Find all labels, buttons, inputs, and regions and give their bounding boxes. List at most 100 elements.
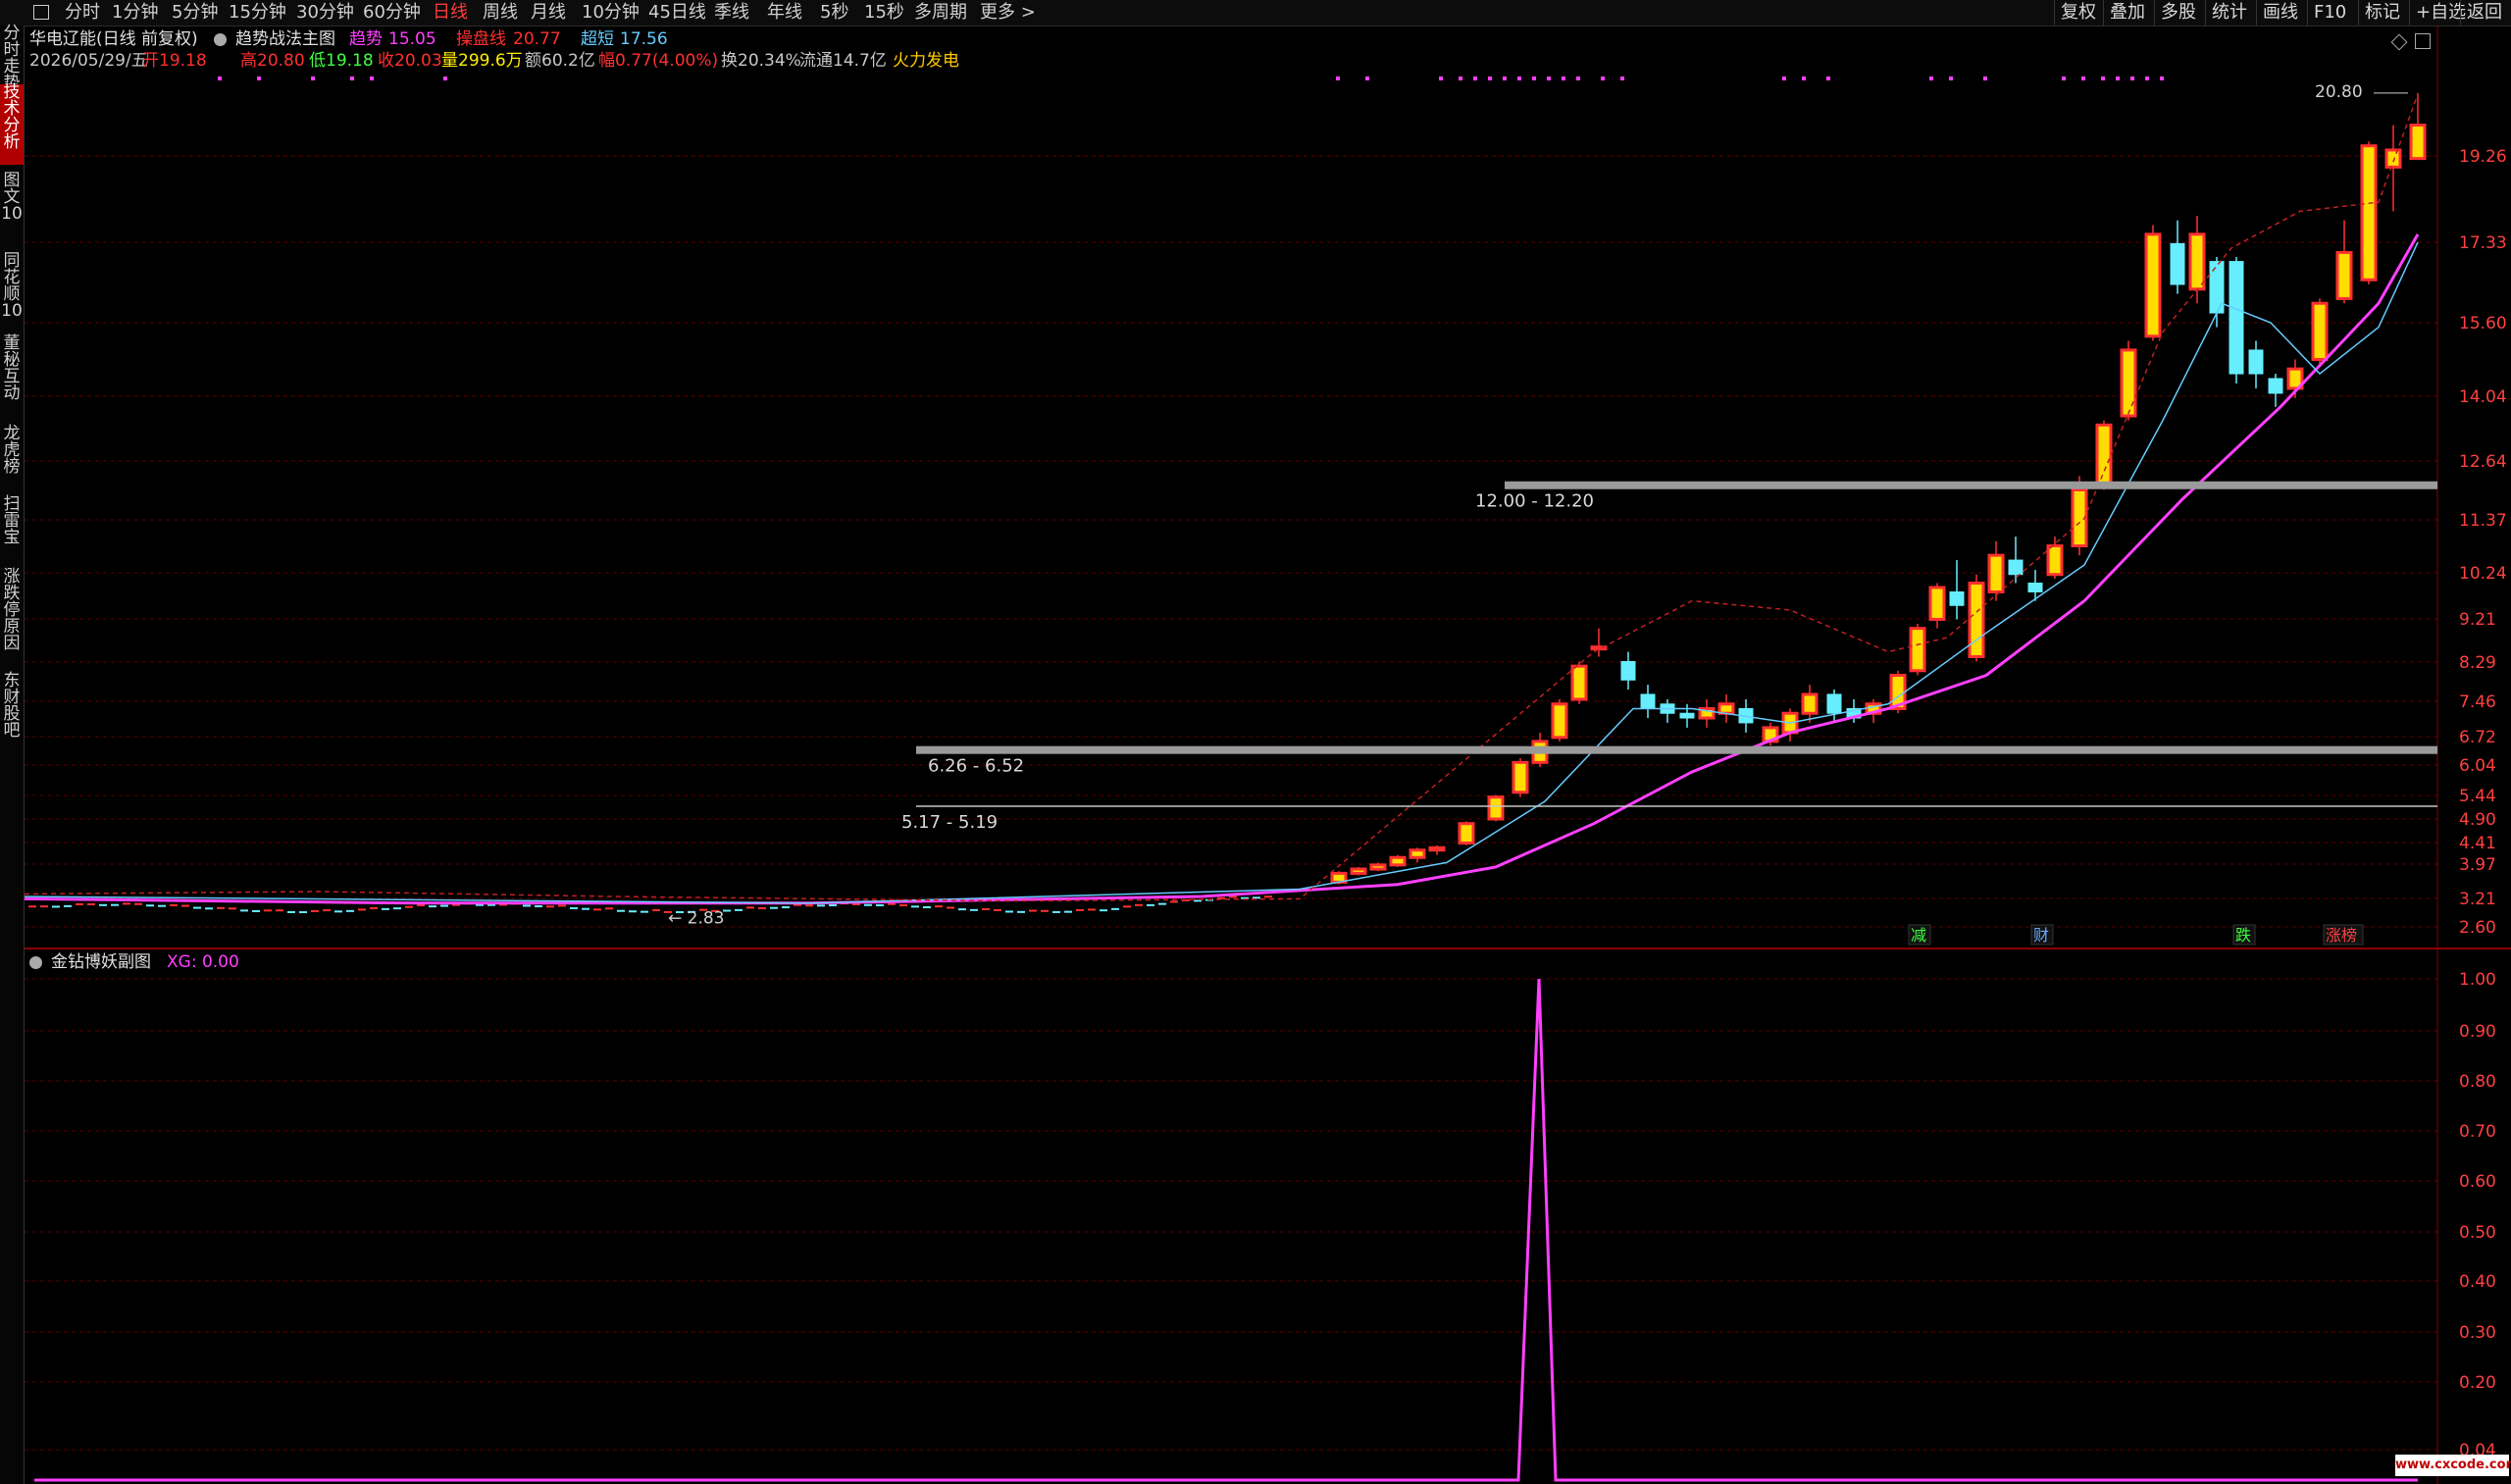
event-tag[interactable]: 减 bbox=[1908, 924, 1931, 946]
candlestick[interactable] bbox=[370, 906, 378, 909]
candlestick[interactable] bbox=[888, 902, 896, 905]
candlestick[interactable] bbox=[76, 902, 83, 905]
sidebar-item[interactable]: 扫雷宝 bbox=[0, 496, 24, 557]
candlestick[interactable] bbox=[1590, 628, 1608, 657]
candlestick[interactable] bbox=[276, 909, 283, 912]
candlestick[interactable] bbox=[28, 905, 36, 908]
candlestick[interactable] bbox=[52, 905, 60, 908]
candlestick[interactable] bbox=[1928, 583, 1946, 629]
period-tab[interactable]: 分时 bbox=[65, 2, 100, 24]
candlestick[interactable] bbox=[1679, 703, 1695, 728]
candlestick[interactable] bbox=[2360, 141, 2378, 285]
candlestick[interactable] bbox=[440, 904, 448, 907]
candlestick[interactable] bbox=[134, 902, 142, 905]
candlestick[interactable] bbox=[1512, 757, 1529, 797]
candlestick[interactable] bbox=[382, 907, 389, 910]
period-tab[interactable]: 15分钟 bbox=[229, 2, 286, 24]
candlestick[interactable] bbox=[817, 904, 825, 907]
toolbar-button[interactable]: 统计 bbox=[2205, 0, 2253, 26]
candlestick[interactable] bbox=[2170, 220, 2185, 294]
candlestick[interactable] bbox=[2120, 340, 2137, 421]
candlestick[interactable] bbox=[346, 909, 354, 912]
candlestick[interactable] bbox=[1111, 907, 1119, 910]
candlestick[interactable] bbox=[746, 906, 754, 909]
sidebar-item[interactable]: 分时走势 bbox=[0, 26, 24, 92]
candlestick[interactable] bbox=[181, 904, 189, 907]
period-tab[interactable]: 1分钟 bbox=[112, 2, 158, 24]
candlestick[interactable] bbox=[1158, 902, 1166, 905]
candlestick[interactable] bbox=[641, 910, 648, 913]
candlestick[interactable] bbox=[1698, 698, 1716, 728]
period-tab[interactable]: 45日线 bbox=[648, 2, 706, 24]
candlestick[interactable] bbox=[770, 906, 778, 909]
candlestick[interactable] bbox=[1660, 698, 1675, 723]
candlestick[interactable] bbox=[217, 906, 225, 909]
candlestick[interactable] bbox=[911, 905, 919, 908]
candlestick[interactable] bbox=[923, 905, 931, 908]
candlestick[interactable] bbox=[535, 904, 542, 907]
period-tab[interactable]: 10分钟 bbox=[582, 2, 640, 24]
candlestick[interactable] bbox=[158, 904, 166, 907]
sidebar-item[interactable]: 龙虎榜 bbox=[0, 426, 24, 485]
period-tab[interactable]: 年线 bbox=[767, 2, 802, 24]
event-tag[interactable]: 涨榜 bbox=[2323, 924, 2364, 946]
candlestick[interactable] bbox=[358, 908, 366, 911]
candlestick[interactable] bbox=[170, 903, 178, 906]
candlestick[interactable] bbox=[1147, 903, 1154, 906]
candlestick[interactable] bbox=[629, 910, 637, 913]
candlestick[interactable] bbox=[87, 902, 95, 905]
candlestick[interactable] bbox=[1949, 560, 1965, 620]
candlestick[interactable] bbox=[40, 905, 48, 908]
candlestick[interactable] bbox=[1717, 693, 1735, 723]
candlestick[interactable] bbox=[652, 909, 660, 912]
event-tag[interactable]: 跌 bbox=[2232, 924, 2256, 946]
period-tab[interactable]: 季线 bbox=[714, 2, 749, 24]
candlestick[interactable] bbox=[1389, 854, 1407, 867]
candlestick[interactable] bbox=[1005, 910, 1013, 913]
candlestick[interactable] bbox=[546, 905, 554, 908]
candlestick[interactable] bbox=[2268, 374, 2283, 407]
candlestick[interactable] bbox=[935, 905, 943, 908]
candlestick[interactable] bbox=[264, 909, 272, 912]
candlestick[interactable] bbox=[1551, 698, 1568, 742]
candlestick[interactable] bbox=[1064, 910, 1072, 913]
candlestick[interactable] bbox=[2144, 225, 2162, 341]
candlestick[interactable] bbox=[1409, 847, 1426, 863]
candlestick[interactable] bbox=[311, 909, 319, 912]
candlestick[interactable] bbox=[970, 908, 978, 911]
candlestick[interactable] bbox=[876, 903, 884, 906]
candlestick[interactable] bbox=[99, 903, 107, 906]
candlestick[interactable] bbox=[1487, 794, 1505, 822]
period-tab[interactable]: 日线 bbox=[433, 2, 468, 24]
sidebar-item[interactable]: 图文10 bbox=[0, 173, 24, 239]
candlestick[interactable] bbox=[1123, 905, 1131, 908]
sidebar-item[interactable]: 东财股吧 bbox=[0, 673, 24, 761]
candlestick[interactable] bbox=[994, 908, 1001, 911]
candlestick[interactable] bbox=[240, 909, 248, 912]
candlestick[interactable] bbox=[205, 907, 213, 910]
candlestick[interactable] bbox=[2248, 340, 2264, 388]
candlestick[interactable] bbox=[1369, 862, 1387, 872]
sidebar-item[interactable]: 董秘互动 bbox=[0, 335, 24, 416]
candlestick[interactable] bbox=[1076, 908, 1084, 911]
candlestick[interactable] bbox=[1350, 866, 1367, 876]
candlestick[interactable] bbox=[193, 906, 201, 909]
toolbar-button[interactable]: 返回 bbox=[2460, 0, 2508, 26]
candlestick[interactable] bbox=[299, 911, 307, 914]
candlestick[interactable] bbox=[252, 909, 260, 912]
window-icon[interactable] bbox=[33, 5, 49, 20]
candlestick[interactable] bbox=[2384, 125, 2402, 212]
candlestick[interactable] bbox=[123, 902, 130, 905]
event-tag[interactable]: 财 bbox=[2030, 924, 2054, 946]
candlestick[interactable] bbox=[758, 907, 766, 910]
candlestick[interactable] bbox=[1968, 574, 1985, 662]
candlestick[interactable] bbox=[64, 904, 72, 907]
candlestick[interactable] bbox=[605, 907, 613, 910]
period-tab[interactable]: 15秒 bbox=[864, 2, 904, 24]
candlestick[interactable] bbox=[735, 908, 743, 911]
candlestick[interactable] bbox=[1987, 540, 2005, 601]
candlestick[interactable] bbox=[287, 910, 295, 913]
candlestick[interactable] bbox=[2046, 537, 2064, 580]
toolbar-button[interactable]: F10 bbox=[2307, 0, 2352, 26]
period-tab[interactable]: 5分钟 bbox=[172, 2, 218, 24]
